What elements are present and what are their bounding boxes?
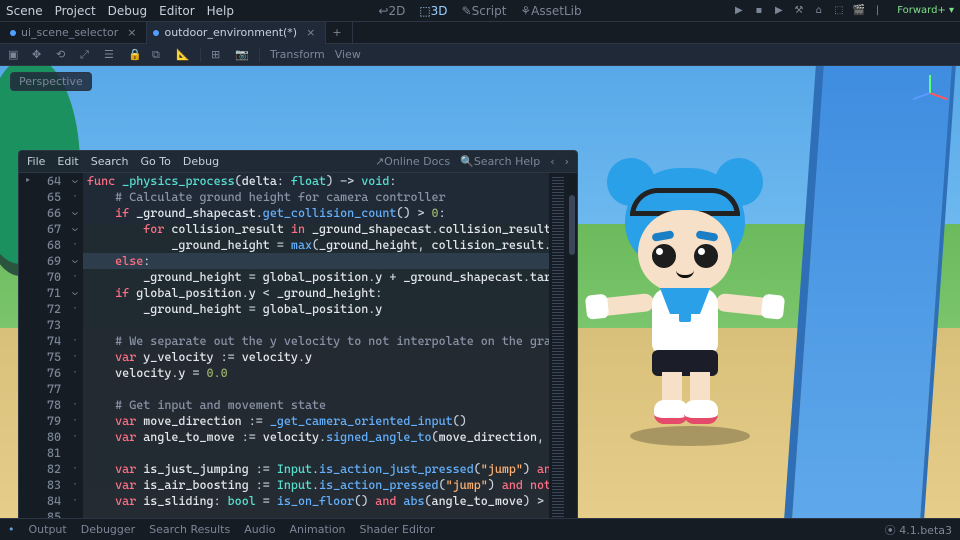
- runbar-icon-1[interactable]: ▪: [752, 4, 766, 18]
- nav-back-icon[interactable]: ‹: [550, 155, 554, 168]
- menu-debug[interactable]: Debug: [108, 4, 147, 18]
- script-menu-go-to[interactable]: Go To: [141, 155, 171, 168]
- workspace-tab-assetlib[interactable]: ⚘AssetLib: [520, 4, 581, 18]
- rotate-icon[interactable]: ⟲: [56, 48, 70, 62]
- group-icon[interactable]: ⧉: [152, 48, 166, 62]
- select-icon[interactable]: ▣: [8, 48, 22, 62]
- unsaved-dot-icon: [153, 30, 159, 36]
- lock-icon[interactable]: 🔒: [128, 48, 142, 62]
- bottom-panel-tabs: •OutputDebuggerSearch ResultsAudioAnimat…: [0, 518, 960, 540]
- snap-icon[interactable]: ⊞: [211, 48, 225, 62]
- bottom-tab-animation[interactable]: Animation: [289, 523, 345, 536]
- script-menubar: File Edit Search Go To Debug ↗Online Docs 🔍Se…: [19, 151, 577, 173]
- script-editor-panel: File Edit Search Go To Debug ↗Online Docs 🔍Se…: [18, 150, 578, 518]
- runbar-icon-6[interactable]: 🎬: [852, 4, 866, 18]
- ruler-icon[interactable]: 📐: [176, 48, 190, 62]
- script-menu-search[interactable]: Search: [91, 155, 129, 168]
- script-link-online-docs[interactable]: ↗Online Docs: [375, 155, 450, 168]
- main-menubar: Scene Project Debug Editor Help ↩2D ⬚3D ✎Scrip…: [0, 0, 960, 22]
- menu-help[interactable]: Help: [207, 4, 234, 18]
- runbar-icon-2[interactable]: ▶: [772, 4, 786, 18]
- transform-menu[interactable]: Transform: [270, 48, 325, 61]
- close-icon[interactable]: ×: [306, 26, 315, 39]
- bottom-tab-search-results[interactable]: Search Results: [149, 523, 230, 536]
- script-menu-debug[interactable]: Debug: [183, 155, 219, 168]
- camera-icon[interactable]: 📷: [235, 48, 249, 62]
- workspace-tabs: ↩2D ⬚3D ✎Script ⚘AssetLib: [378, 4, 581, 18]
- menu-editor[interactable]: Editor: [159, 4, 195, 18]
- script-menu-edit[interactable]: Edit: [57, 155, 78, 168]
- runbar-icon-4[interactable]: ⌂: [812, 4, 826, 18]
- add-tab-button[interactable]: +: [326, 22, 352, 44]
- runbar-icon-5[interactable]: ⬚: [832, 4, 846, 18]
- perspective-badge[interactable]: Perspective: [10, 72, 92, 91]
- menu-project[interactable]: Project: [55, 4, 96, 18]
- doc-tab[interactable]: ui_scene_selector×: [4, 22, 147, 44]
- view-menu[interactable]: View: [335, 48, 361, 61]
- bottom-tab-output[interactable]: Output: [29, 523, 67, 536]
- list-icon[interactable]: ☰: [104, 48, 118, 62]
- run-toolbar: ▶▪▶⚒⌂⬚🎬|Forward+ ▾: [732, 4, 954, 18]
- script-link-search-help[interactable]: 🔍Search Help: [460, 155, 540, 168]
- scale-icon[interactable]: ⤢: [80, 48, 94, 62]
- vertical-scrollbar[interactable]: [567, 173, 577, 518]
- version-label: ⦿ 4.1.beta3: [885, 522, 952, 538]
- close-icon[interactable]: ×: [127, 26, 136, 39]
- runbar-icon-3[interactable]: ⚒: [792, 4, 806, 18]
- doc-tab[interactable]: outdoor_environment(*)×: [147, 22, 326, 44]
- viewport-toolbar: ▣ ✥ ⟲ ⤢ ☰ 🔒 ⧉ 📐 ⊞ 📷 Transform View: [0, 44, 960, 66]
- runbar-icon-0[interactable]: ▶: [732, 4, 746, 18]
- renderer-dropdown[interactable]: Forward+ ▾: [897, 5, 954, 16]
- workspace-tab-3d[interactable]: ⬚3D: [419, 4, 447, 18]
- minimap[interactable]: [549, 173, 567, 518]
- waterfall-prop: [784, 66, 956, 518]
- bottom-tab-audio[interactable]: Audio: [244, 523, 275, 536]
- unsaved-dot-icon: [10, 30, 16, 36]
- perspective-label: Perspective: [19, 75, 83, 88]
- move-icon[interactable]: ✥: [32, 48, 46, 62]
- scene-tabs: ui_scene_selector×outdoor_environment(*)…: [0, 22, 960, 44]
- nav-forward-icon[interactable]: ›: [565, 155, 569, 168]
- viewport-3d[interactable]: Perspective File Edit Search Go To Debug ↗On…: [0, 66, 960, 518]
- view-gizmo[interactable]: [910, 72, 950, 112]
- menu-scene[interactable]: Scene: [6, 4, 43, 18]
- code-area[interactable]: ▸ 64656667686970717273747576777879808182…: [19, 173, 577, 518]
- script-menu-file[interactable]: File: [27, 155, 45, 168]
- workspace-tab-script[interactable]: ✎Script: [462, 4, 507, 18]
- bottom-tab-debugger[interactable]: Debugger: [81, 523, 135, 536]
- bottom-tab-shader-editor[interactable]: Shader Editor: [360, 523, 435, 536]
- workspace-tab-2d[interactable]: ↩2D: [378, 4, 405, 18]
- character-model: [590, 168, 780, 438]
